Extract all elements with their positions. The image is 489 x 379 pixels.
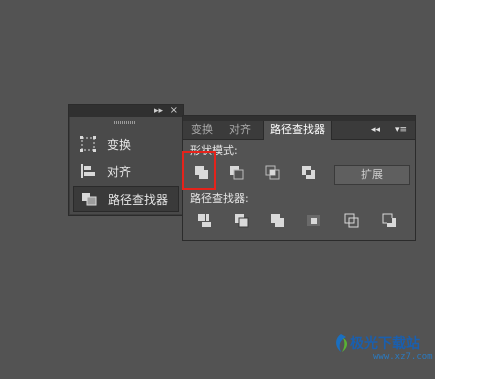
- tab-pathfinder[interactable]: 路径查找器: [263, 121, 332, 140]
- panel-item-align[interactable]: 对齐: [73, 159, 177, 183]
- intersect-button[interactable]: [262, 162, 284, 184]
- minus-front-icon: [230, 166, 244, 180]
- divide-icon: [198, 214, 211, 227]
- exclude-button[interactable]: [298, 162, 320, 184]
- document-edge: [435, 0, 489, 379]
- close-panel-icon[interactable]: ×: [170, 105, 178, 117]
- transform-icon: [79, 135, 97, 153]
- pathfinders-label: 路径查找器:: [190, 192, 249, 205]
- outline-icon: [344, 213, 359, 228]
- tab-transform[interactable]: 变换: [185, 121, 219, 139]
- intersect-icon: [265, 165, 280, 180]
- panel-title-bar[interactable]: ▸▸ ×: [69, 105, 183, 117]
- pathfinder-panel: 变换 对齐 路径查找器 ◂◂ ▾≡ 形状模式: 扩展 路径查找器:: [182, 115, 416, 241]
- drag-grip[interactable]: [114, 121, 136, 124]
- expand-button[interactable]: 扩展: [334, 165, 410, 185]
- minus-front-button[interactable]: [226, 162, 248, 184]
- minus-back-icon: [382, 213, 396, 227]
- panel-item-pathfinder[interactable]: 路径查找器: [73, 186, 179, 212]
- divide-button[interactable]: [195, 210, 217, 232]
- pathfinder-icon: [80, 190, 98, 208]
- panel-item-transform[interactable]: 变换: [73, 132, 177, 156]
- highlight-box: [182, 151, 216, 190]
- trim-icon: [235, 214, 249, 228]
- panel-item-label: 路径查找器: [108, 192, 169, 207]
- panel-item-label: 变换: [107, 137, 132, 152]
- panel-menu-icon[interactable]: ▾≡: [395, 121, 407, 139]
- align-icon: [79, 162, 97, 180]
- watermark-text: 极光下载站: [350, 336, 420, 352]
- panel-tab-bar: 变换 对齐 路径查找器: [183, 121, 415, 140]
- site-logo-icon: [336, 334, 348, 352]
- crop-icon: [307, 215, 320, 226]
- tab-align[interactable]: 对齐: [223, 121, 257, 139]
- crop-button[interactable]: [303, 210, 325, 232]
- merge-button[interactable]: [267, 210, 289, 232]
- trim-button[interactable]: [231, 210, 253, 232]
- minus-back-button[interactable]: [379, 210, 401, 232]
- panel-item-label: 对齐: [107, 164, 132, 179]
- exclude-icon: [302, 166, 315, 179]
- collapsed-panel-dock: ▸▸ × 变换 对齐 路径查找器: [68, 104, 184, 216]
- merge-icon: [271, 214, 284, 227]
- watermark-url: www.xz7.com: [373, 352, 433, 362]
- outline-button[interactable]: [341, 210, 363, 232]
- collapse-icon[interactable]: ◂◂: [371, 121, 380, 139]
- collapse-panel-icon[interactable]: ▸▸: [154, 105, 163, 117]
